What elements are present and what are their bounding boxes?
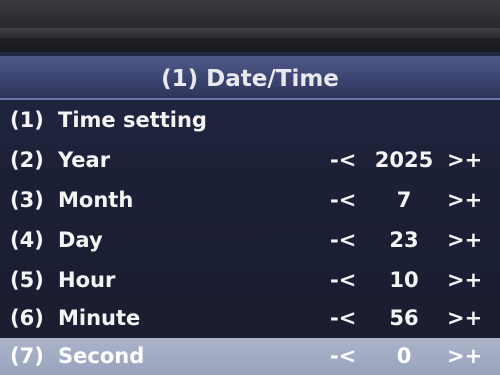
increase-button[interactable]: >+ xyxy=(447,148,482,172)
title-bar: (1) Date/Time xyxy=(0,56,500,100)
minute-value: 56 xyxy=(389,306,419,330)
item-label: Hour xyxy=(58,268,116,292)
item-number: (3) xyxy=(10,188,44,212)
setting-row-minute[interactable]: (6) Minute -< 56 >+ xyxy=(0,300,500,340)
item-number: (5) xyxy=(10,268,44,292)
increase-button[interactable]: >+ xyxy=(447,306,482,330)
page-title: (1) Date/Time xyxy=(161,66,339,92)
decrease-button[interactable]: -< xyxy=(330,228,356,252)
day-value: 23 xyxy=(389,228,419,252)
setting-row-year[interactable]: (2) Year -< 2025 >+ xyxy=(0,142,500,182)
item-number: (7) xyxy=(10,344,44,368)
setting-row-month[interactable]: (3) Month -< 7 >+ xyxy=(0,182,500,222)
item-label: Year xyxy=(58,148,111,172)
title-divider xyxy=(0,98,500,100)
item-label: Time setting xyxy=(58,108,207,132)
setting-row-second[interactable]: (7) Second -< 0 >+ xyxy=(0,338,500,375)
second-value: 0 xyxy=(396,344,412,368)
setting-row-day[interactable]: (4) Day -< 23 >+ xyxy=(0,222,500,262)
item-number: (4) xyxy=(10,228,44,252)
item-label: Day xyxy=(58,228,103,252)
item-label: Second xyxy=(58,344,145,368)
setting-row-hour[interactable]: (5) Hour -< 10 >+ xyxy=(0,262,500,302)
increase-button[interactable]: >+ xyxy=(447,344,482,368)
hour-value: 10 xyxy=(389,268,419,292)
menu-item-time-setting[interactable]: (1) Time setting xyxy=(0,102,500,142)
year-value: 2025 xyxy=(374,148,434,172)
decrease-button[interactable]: -< xyxy=(330,148,356,172)
display-bezel xyxy=(0,0,500,52)
decrease-button[interactable]: -< xyxy=(330,188,356,212)
date-time-screen: (1) Date/Time (1) Time setting (2) Year … xyxy=(0,52,500,375)
item-label: Minute xyxy=(58,306,141,330)
increase-button[interactable]: >+ xyxy=(447,188,482,212)
decrease-button[interactable]: -< xyxy=(330,306,356,330)
bezel-trim xyxy=(0,28,500,38)
item-number: (2) xyxy=(10,148,44,172)
decrease-button[interactable]: -< xyxy=(330,344,356,368)
item-number: (6) xyxy=(10,306,44,330)
increase-button[interactable]: >+ xyxy=(447,228,482,252)
item-number: (1) xyxy=(10,108,44,132)
item-label: Month xyxy=(58,188,134,212)
increase-button[interactable]: >+ xyxy=(447,268,482,292)
month-value: 7 xyxy=(396,188,412,212)
decrease-button[interactable]: -< xyxy=(330,268,356,292)
